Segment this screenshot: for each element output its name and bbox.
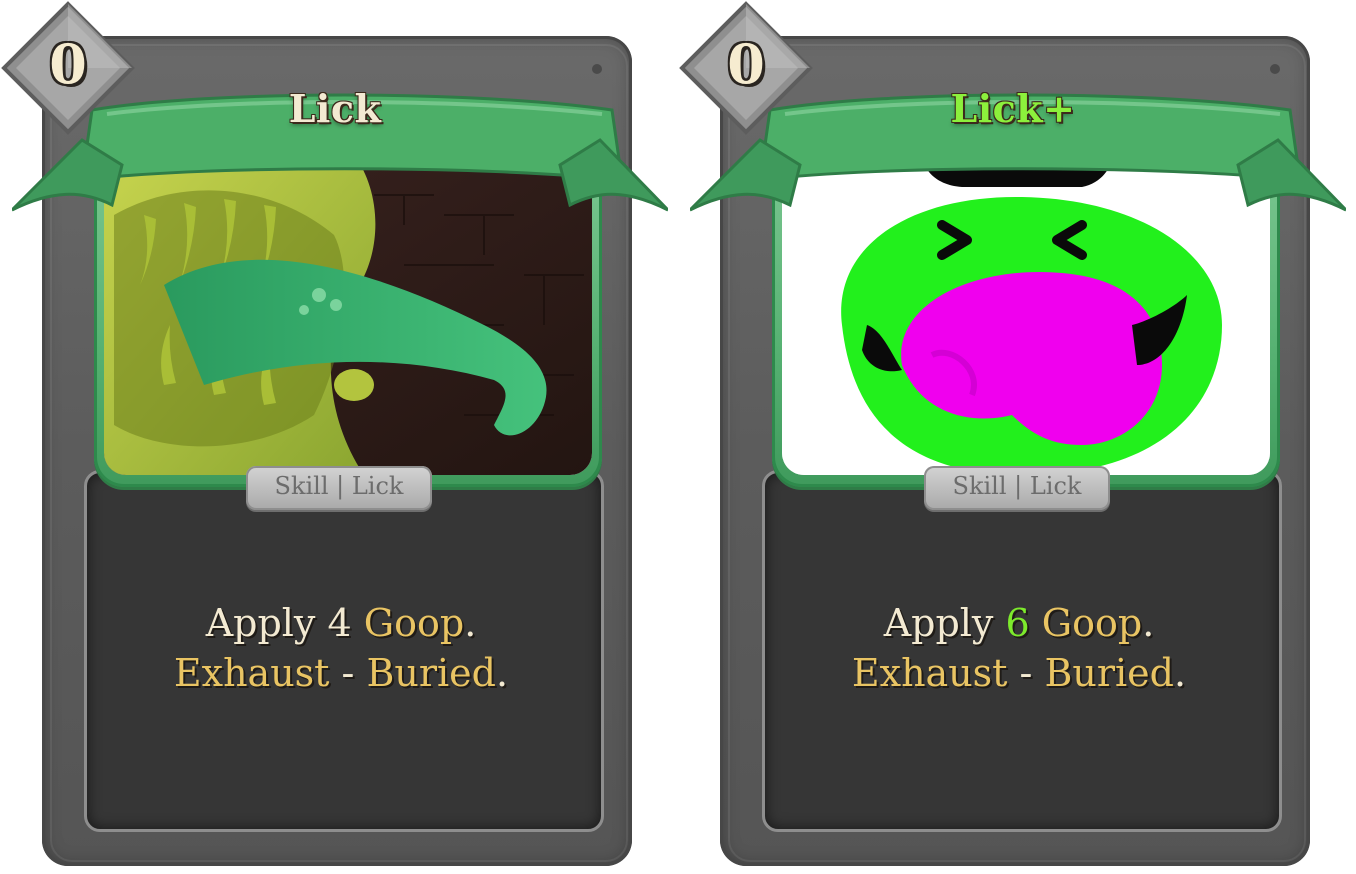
description-line-1: Apply 6 Goop. [762,598,1276,648]
card-type-plate: Skill | Lick [924,466,1110,510]
desc-punct: . [1142,601,1155,645]
description-line-2: Exhaust - Buried. [762,648,1276,698]
keyword-exhaust: Exhaust [173,651,330,695]
energy-cost: 0 [727,32,765,96]
keyword-buried: Buried [366,651,496,695]
desc-amount-upgraded: 6 [1005,601,1030,645]
desc-punct: . [1173,651,1187,695]
card-type-label: Skill | Lick [952,472,1082,500]
card-title: Lick [288,86,382,131]
card-title: Lick+ [950,86,1076,131]
desc-punct: . [464,601,477,645]
card-description: Apply 6 Goop. Exhaust - Buried. [762,598,1276,698]
keyword-goop: Goop [363,601,465,645]
keyword-exhaust: Exhaust [851,651,1008,695]
card-description: Apply 4 Goop. Exhaust - Buried. [84,598,598,698]
card-type-label: Skill | Lick [274,472,404,500]
desc-separator: - [329,651,367,695]
card-lick[interactable]: Lick 0 Skill | Lick Apply 4 Goop. Exhaus… [0,0,680,874]
description-line-2: Exhaust - Buried. [84,648,598,698]
description-line-1: Apply 4 Goop. [84,598,598,648]
desc-text: Apply [883,601,1006,645]
card-type-plate: Skill | Lick [246,466,432,510]
desc-punct: . [495,651,509,695]
energy-cost: 0 [49,32,87,96]
desc-amount: 4 [327,601,352,645]
keyword-buried: Buried [1044,651,1174,695]
desc-text: Apply [205,601,328,645]
desc-separator: - [1007,651,1045,695]
keyword-goop: Goop [1041,601,1143,645]
card-lick-upgraded[interactable]: Lick+ 0 Skill | Lick Apply 6 Goop. Exhau… [678,0,1356,874]
